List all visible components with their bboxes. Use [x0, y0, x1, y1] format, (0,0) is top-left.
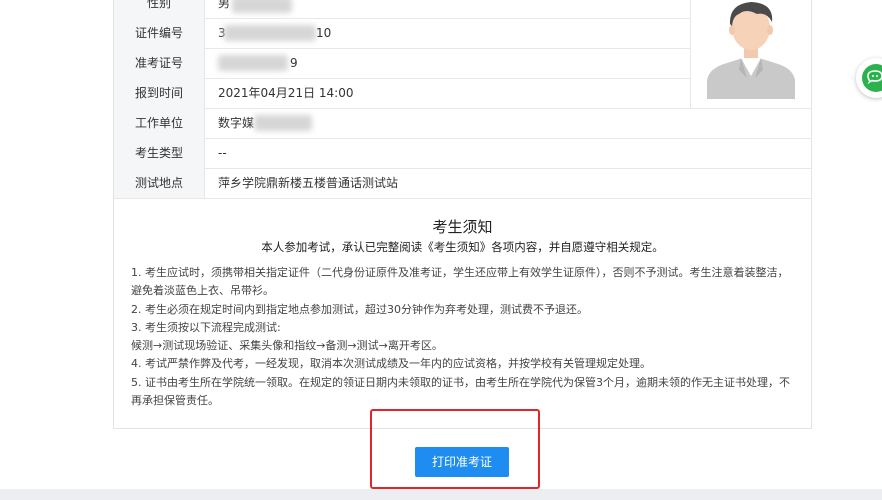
notice-item: 2. 考生必须在规定时间内到指定地点参加测试，超过30分钟作为弃考处理，测试费不… [131, 302, 588, 316]
value-ticket-number-end: 9 [290, 56, 298, 70]
notice-item: 3. 考生须按以下流程完成测试: [131, 320, 281, 334]
value-gender: 男 [218, 0, 231, 10]
info-row-work-unit: 工作单位 数字媒 [114, 108, 811, 139]
value-candidate-type: -- [218, 146, 227, 160]
value-test-location: 萍乡学院鼎新楼五楼普通话测试站 [218, 176, 399, 190]
notice-item: 4. 考试严禁作弊及代考，一经发现，取消本次测试成绩及一年内的应试资格，并按学校… [131, 357, 651, 371]
value-id-number-end: 10 [316, 26, 332, 40]
label-ticket-number: 准考证号 [114, 48, 205, 78]
notice-item: 候测→测试现场验证、采集头像和指纹→备测→测试→离开考区。 [131, 339, 443, 353]
notice-subtitle: 本人参加考试，承认已完整阅读《考生须知》各项内容，并自愿遵守相关规定。 [261, 240, 664, 254]
redacted-mask [254, 115, 312, 131]
floating-share-widget[interactable] [856, 58, 882, 98]
label-id-number: 证件编号 [114, 18, 205, 48]
photo-cell [690, 0, 811, 109]
redacted-mask [218, 55, 288, 71]
wechat-icon [862, 64, 882, 92]
notice-item: 1. 考生应试时，须携带相关指定证件（二代身份证原件及准考证，学生还应带上有效学… [131, 266, 789, 298]
info-row-id-number: 证件编号 3 10 [114, 18, 690, 49]
print-admission-ticket-button[interactable]: 打印准考证 [415, 447, 509, 477]
notice-item: 5. 证书由考生所在学院统一领取。在规定的领证日期内未领取的证书，由考生所在学院… [131, 375, 790, 408]
label-candidate-type: 考生类型 [114, 138, 205, 168]
bottom-scroll-bar[interactable] [0, 489, 882, 500]
info-row-checkin-time: 报到时间 2021年04月21日 14:00 [114, 78, 690, 109]
info-row-test-location: 测试地点 萍乡学院鼎新楼五楼普通话测试站 [114, 168, 811, 199]
value-checkin-time: 2021年04月21日 14:00 [218, 86, 354, 100]
avatar-placeholder-icon [707, 2, 795, 99]
label-gender: 性别 [114, 0, 205, 18]
info-row-gender: 性别 男 [114, 0, 690, 19]
label-work-unit: 工作单位 [114, 108, 205, 138]
redacted-mask [224, 25, 316, 41]
label-checkin-time: 报到时间 [114, 78, 205, 108]
value-work-unit: 数字媒 [218, 116, 255, 130]
redacted-mask [232, 0, 292, 13]
info-row-candidate-type: 考生类型 -- [114, 138, 811, 169]
admission-ticket-card: 性别 男 证件编号 3 10 准考证号 9 报到时间 2021年04月21日 1… [113, 0, 812, 429]
notice-list: 1. 考生应试时，须携带相关指定证件（二代身份证原件及准考证，学生还应带上有效学… [131, 264, 796, 410]
label-test-location: 测试地点 [114, 168, 205, 198]
notice-title: 考生须知 [432, 218, 493, 236]
info-row-ticket-number: 准考证号 9 [114, 48, 690, 79]
